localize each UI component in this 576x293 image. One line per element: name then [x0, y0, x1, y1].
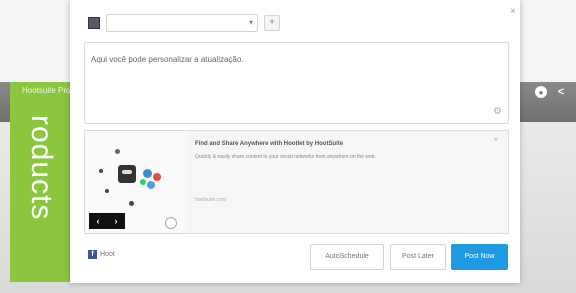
dot-icon — [99, 169, 103, 173]
image-toggle-icon[interactable] — [165, 217, 177, 229]
message-text[interactable]: Aqui você pode personalizar a atualizaçã… — [91, 55, 244, 64]
green-panel-label: Hootsuite Pro — [22, 86, 70, 95]
background-green-panel: Hootsuite Pro roducts — [10, 82, 70, 282]
green-panel-vertical-text: roducts — [25, 115, 58, 221]
gear-icon[interactable]: ⚙ — [493, 106, 502, 117]
remove-preview-icon[interactable]: × — [493, 135, 498, 144]
preview-image: ‹ › — [85, 131, 187, 233]
facebook-icon: f — [88, 250, 97, 259]
previous-image-button[interactable]: ‹ — [97, 216, 100, 226]
profile-selector-row: ▾ + — [88, 14, 280, 32]
profile-avatar — [88, 17, 100, 29]
profile-select[interactable]: ▾ — [106, 14, 258, 32]
facebook-toggle[interactable]: f Hoot — [88, 250, 115, 259]
preview-url: hootsuite.com — [195, 197, 227, 203]
share-icon[interactable]: < — [555, 86, 567, 98]
facebook-label: Hoot — [100, 251, 115, 258]
autoschedule-button[interactable]: AutoSchedule — [310, 244, 384, 270]
network-node-icon — [140, 179, 146, 185]
owl-logo-icon — [118, 165, 136, 183]
preview-description: Quickly & easily share content to your s… — [195, 154, 376, 160]
post-now-button[interactable]: Post Now — [451, 244, 508, 270]
preview-image-nav: ‹ › — [89, 213, 125, 229]
close-icon[interactable]: × — [510, 6, 516, 17]
network-node-icon — [143, 169, 152, 178]
chevron-down-icon: ▾ — [248, 18, 253, 27]
dot-icon — [105, 189, 109, 193]
next-image-button[interactable]: › — [115, 216, 118, 226]
dot-icon — [129, 201, 134, 206]
message-composer[interactable]: Aqui você pode personalizar a atualizaçã… — [84, 42, 509, 124]
network-node-icon — [147, 181, 155, 189]
add-profile-button[interactable]: + — [264, 15, 280, 31]
network-node-icon — [153, 173, 161, 181]
background-icons: ● < — [535, 86, 567, 98]
dot-icon — [115, 149, 120, 154]
preview-title: Find and Share Anywhere with Hootlet by … — [195, 141, 344, 147]
post-later-button[interactable]: Post Later — [390, 244, 446, 270]
link-preview: ‹ › Find and Share Anywhere with Hootlet… — [84, 130, 509, 234]
settings-icon[interactable]: ● — [535, 86, 547, 98]
